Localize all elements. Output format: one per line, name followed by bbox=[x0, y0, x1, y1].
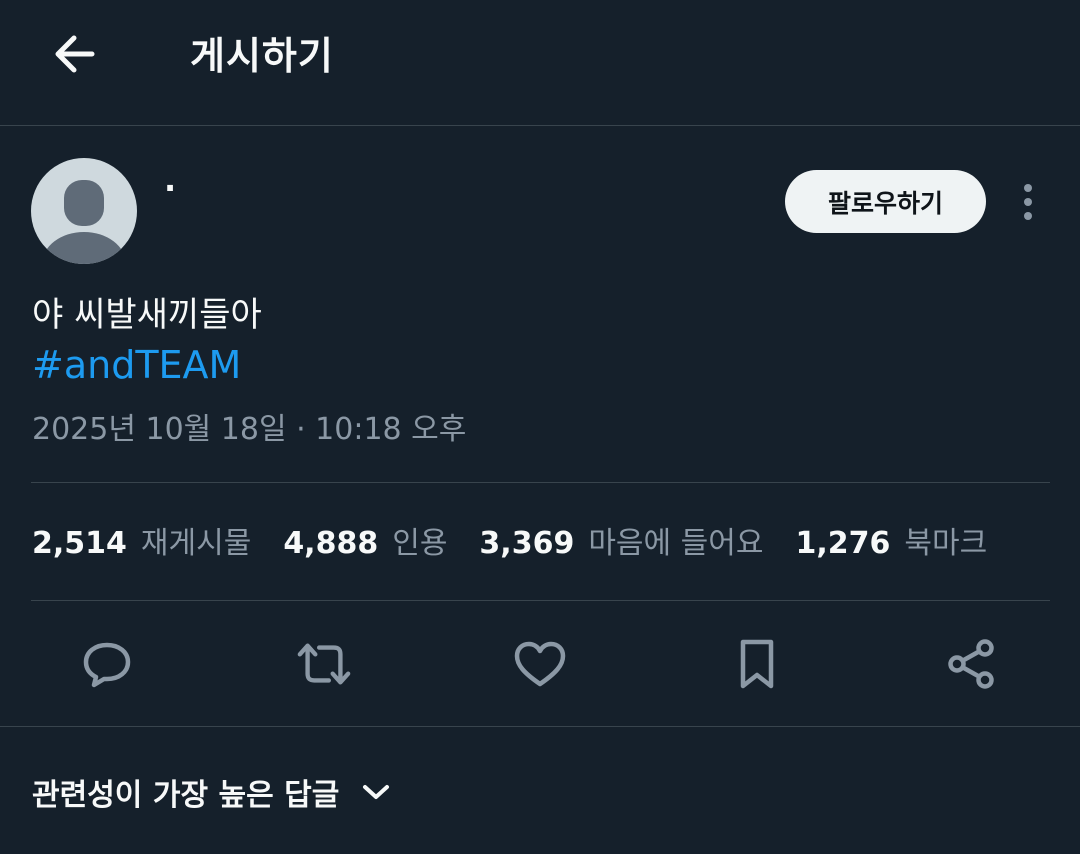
chevron-down-icon bbox=[361, 782, 391, 802]
repost-icon bbox=[297, 643, 351, 685]
bookmark-icon bbox=[740, 639, 774, 689]
stat-quotes[interactable]: 4,888 인용 bbox=[283, 524, 447, 564]
more-vertical-icon bbox=[1024, 184, 1032, 220]
stat-count: 3,369 bbox=[479, 526, 575, 561]
like-icon bbox=[514, 641, 566, 687]
reply-button[interactable] bbox=[79, 636, 135, 692]
default-avatar-icon bbox=[42, 180, 126, 264]
stat-bookmarks[interactable]: 1,276 북마크 bbox=[795, 524, 987, 564]
page-title: 게시하기 bbox=[190, 34, 334, 78]
stat-label: 재게시물 bbox=[140, 526, 252, 561]
stat-likes[interactable]: 3,369 마음에 들어요 bbox=[479, 524, 763, 564]
stat-count: 2,514 bbox=[32, 526, 127, 561]
follow-button[interactable]: 팔로우하기 bbox=[785, 170, 986, 233]
like-button[interactable] bbox=[512, 636, 568, 692]
share-icon bbox=[948, 639, 994, 689]
post-text: 야 씨발새끼들아 bbox=[32, 295, 262, 335]
hashtag-link[interactable]: #andTEAM bbox=[32, 340, 241, 390]
stat-label: 마음에 들어요 bbox=[588, 526, 764, 561]
top-bar: 게시하기 bbox=[0, 0, 1080, 126]
stat-label: 북마크 bbox=[904, 526, 988, 561]
post-timestamp[interactable]: 2025년 10월 18일 · 10:18 오후 bbox=[32, 410, 466, 450]
avatar[interactable] bbox=[31, 158, 137, 264]
divider bbox=[31, 600, 1050, 601]
author-display-name[interactable]: · bbox=[164, 170, 176, 206]
replies-sort-dropdown[interactable]: 관련성이 가장 높은 답글 bbox=[32, 770, 391, 814]
bookmark-button[interactable] bbox=[729, 636, 785, 692]
stat-count: 4,888 bbox=[283, 526, 379, 561]
reply-icon bbox=[83, 642, 131, 688]
stat-reposts[interactable]: 2,514 재게시물 bbox=[32, 524, 251, 564]
share-button[interactable] bbox=[943, 636, 999, 692]
divider bbox=[0, 726, 1080, 727]
back-button[interactable] bbox=[44, 24, 104, 84]
engagement-stats: 2,514 재게시물 4,888 인용 3,369 마음에 들어요 1,276 … bbox=[32, 524, 1019, 564]
more-options-button[interactable] bbox=[1008, 178, 1048, 226]
divider bbox=[31, 482, 1050, 483]
stat-count: 1,276 bbox=[795, 526, 891, 561]
arrow-left-icon bbox=[55, 35, 95, 73]
stat-label: 인용 bbox=[392, 526, 448, 561]
replies-sort-label: 관련성이 가장 높은 답글 bbox=[32, 778, 340, 813]
repost-button[interactable] bbox=[296, 636, 352, 692]
